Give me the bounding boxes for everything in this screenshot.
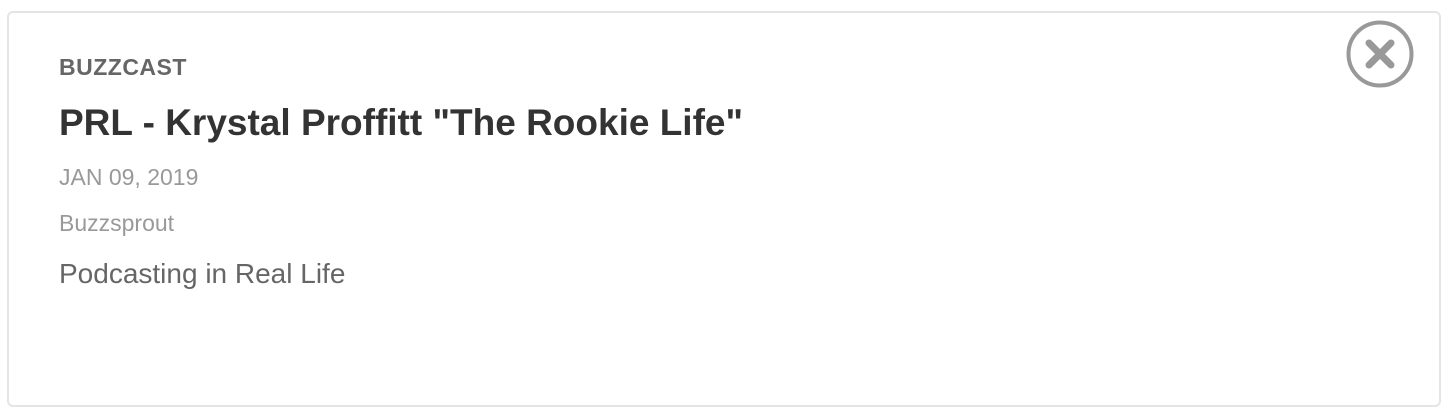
episode-author: Buzzsprout [59,210,175,236]
episode-title: PRL - Krystal Proffitt "The Rookie Life" [59,102,744,143]
close-icon [1346,20,1414,88]
episode-description: Podcasting in Real Life [59,258,346,289]
podcast-name: BUZZCAST [59,54,187,80]
episode-card: BUZZCAST PRL - Krystal Proffitt "The Roo… [7,11,1441,407]
close-button[interactable] [1346,20,1414,88]
episode-date: JAN 09, 2019 [59,164,199,190]
